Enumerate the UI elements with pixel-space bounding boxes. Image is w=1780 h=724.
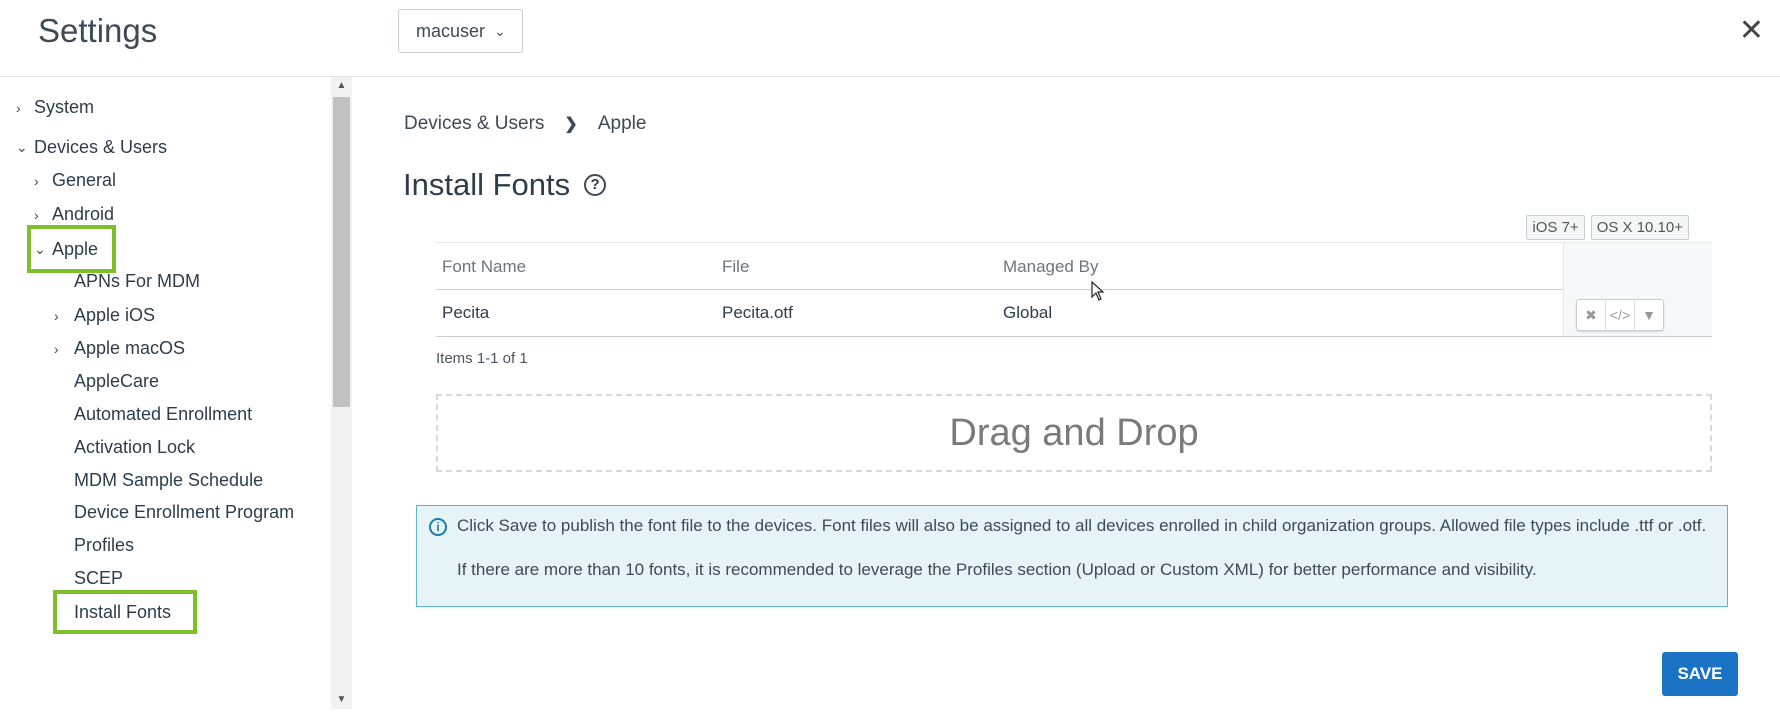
sidebar-item-label: Profiles: [74, 535, 135, 555]
info-icon: i: [429, 518, 447, 536]
main-content: Devices & Users ❯ Apple Install Fonts ? …: [352, 77, 1780, 724]
save-button[interactable]: SAVE: [1662, 652, 1738, 696]
sidebar-item-mdm-sample-schedule[interactable]: MDM Sample Schedule: [74, 470, 263, 491]
user-dropdown-label: macuser: [416, 20, 486, 41]
breadcrumb: Devices & Users ❯ Apple: [404, 113, 646, 135]
sidebar-item-device-enrollment-program[interactable]: Device Enrollment Program: [74, 502, 294, 523]
sidebar-item-label: Install Fonts: [74, 601, 172, 622]
chevron-down-icon: ⌄: [34, 240, 46, 257]
section-title: Install Fonts: [403, 167, 571, 202]
fonts-table: Font Name File Managed By Pecita Pecita.…: [436, 242, 1712, 337]
breadcrumb-devices-users[interactable]: Devices & Users: [404, 113, 544, 135]
chevron-right-icon: ›: [34, 206, 39, 223]
column-header-font-name[interactable]: Font Name: [442, 257, 526, 277]
info-text-line2: If there are more than 10 fonts, it is r…: [457, 560, 1537, 579]
user-dropdown[interactable]: macuser ⌄: [398, 9, 523, 53]
sidebar-item-apns-for-mdm[interactable]: APNs For MDM: [74, 271, 200, 292]
sidebar-item-label: MDM Sample Schedule: [74, 470, 264, 490]
sidebar-item-general[interactable]: › General: [34, 170, 116, 191]
platform-badges: iOS 7+ OS X 10.10+: [1526, 215, 1689, 240]
actions-column: ✖ </> ▼: [1563, 243, 1712, 336]
chevron-right-icon: ❯: [564, 116, 578, 133]
chevron-right-icon: ›: [54, 340, 59, 357]
sidebar: › System ⌄ Devices & Users › General › A…: [0, 77, 352, 724]
sidebar-item-activation-lock[interactable]: Activation Lock: [74, 437, 195, 458]
chevron-right-icon: ›: [16, 99, 21, 116]
drag-and-drop-zone[interactable]: Drag and Drop: [436, 394, 1712, 472]
cell-managed-by: Global: [1003, 303, 1053, 322]
cell-file: Pecita.otf: [722, 303, 793, 322]
sidebar-item-label: Automated Enrollment: [74, 404, 253, 424]
scroll-down-arrow-icon[interactable]: ▼: [331, 693, 352, 707]
info-text-line1: Click Save to publish the font file to t…: [457, 516, 1707, 535]
delete-icon[interactable]: ✖: [1577, 300, 1606, 330]
table-header: Font Name File Managed By: [436, 243, 1712, 290]
code-icon[interactable]: </>: [1606, 300, 1635, 330]
caret-down-icon[interactable]: ▼: [1635, 300, 1663, 330]
items-count: Items 1-1 of 1: [436, 350, 528, 367]
sidebar-item-apple[interactable]: ⌄ Apple: [26, 225, 117, 273]
row-actions: ✖ </> ▼: [1576, 299, 1664, 331]
sidebar-item-profiles[interactable]: Profiles: [74, 535, 134, 556]
sidebar-item-label: System: [34, 97, 95, 117]
column-header-file[interactable]: File: [722, 257, 749, 277]
badge-ios: iOS 7+: [1526, 215, 1585, 240]
sidebar-item-label: Devices & Users: [34, 137, 168, 157]
sidebar-item-label: APNs For MDM: [74, 271, 200, 291]
sidebar-item-label: Activation Lock: [74, 437, 196, 457]
section-heading: Install Fonts ?: [403, 167, 607, 203]
sidebar-item-devices-users[interactable]: ⌄ Devices & Users: [16, 137, 167, 158]
sidebar-item-applecare[interactable]: AppleCare: [74, 371, 159, 392]
help-icon[interactable]: ?: [584, 174, 607, 196]
sidebar-item-label: Apple iOS: [74, 305, 156, 325]
sidebar-item-automated-enrollment[interactable]: Automated Enrollment: [74, 404, 252, 425]
page-title: Settings: [38, 12, 158, 49]
badge-osx: OS X 10.10+: [1590, 215, 1689, 240]
sidebar-item-android[interactable]: › Android: [34, 204, 114, 225]
sidebar-item-label: SCEP: [74, 568, 124, 588]
sidebar-item-label: AppleCare: [74, 371, 160, 391]
close-icon[interactable]: ✕: [1739, 16, 1764, 46]
sidebar-item-scep[interactable]: SCEP: [74, 568, 123, 589]
mouse-cursor-icon: [1091, 281, 1105, 301]
chevron-right-icon: ›: [54, 307, 59, 324]
chevron-down-icon: ⌄: [16, 139, 28, 155]
breadcrumb-apple[interactable]: Apple: [598, 113, 647, 135]
column-header-managed-by[interactable]: Managed By: [1003, 257, 1098, 277]
table-row[interactable]: Pecita Pecita.otf Global: [436, 290, 1712, 337]
sidebar-item-install-fonts[interactable]: Install Fonts: [52, 590, 198, 634]
sidebar-item-label: Apple: [52, 238, 99, 259]
chevron-right-icon: ›: [34, 172, 39, 189]
dropzone-label: Drag and Drop: [949, 411, 1199, 454]
sidebar-item-label: Device Enrollment Program: [74, 502, 295, 522]
settings-tree: › System ⌄ Devices & Users › General › A…: [0, 77, 330, 709]
settings-header: Settings macuser ⌄ ✕: [0, 0, 1780, 77]
sidebar-item-apple-ios[interactable]: › Apple iOS: [54, 305, 155, 326]
sidebar-item-apple-macos[interactable]: › Apple macOS: [54, 338, 185, 359]
cell-font-name: Pecita: [442, 303, 490, 322]
sidebar-item-label: Android: [52, 204, 115, 224]
sidebar-item-label: Apple macOS: [74, 338, 186, 358]
sidebar-item-system[interactable]: › System: [16, 97, 94, 118]
info-alert: i Click Save to publish the font file to…: [416, 505, 1728, 607]
scroll-up-arrow-icon[interactable]: ▲: [331, 79, 352, 93]
sidebar-scrollbar[interactable]: ▲ ▼: [331, 77, 352, 709]
sidebar-item-label: General: [52, 170, 117, 190]
chevron-down-icon: ⌄: [494, 22, 506, 39]
scroll-thumb[interactable]: [333, 97, 350, 407]
